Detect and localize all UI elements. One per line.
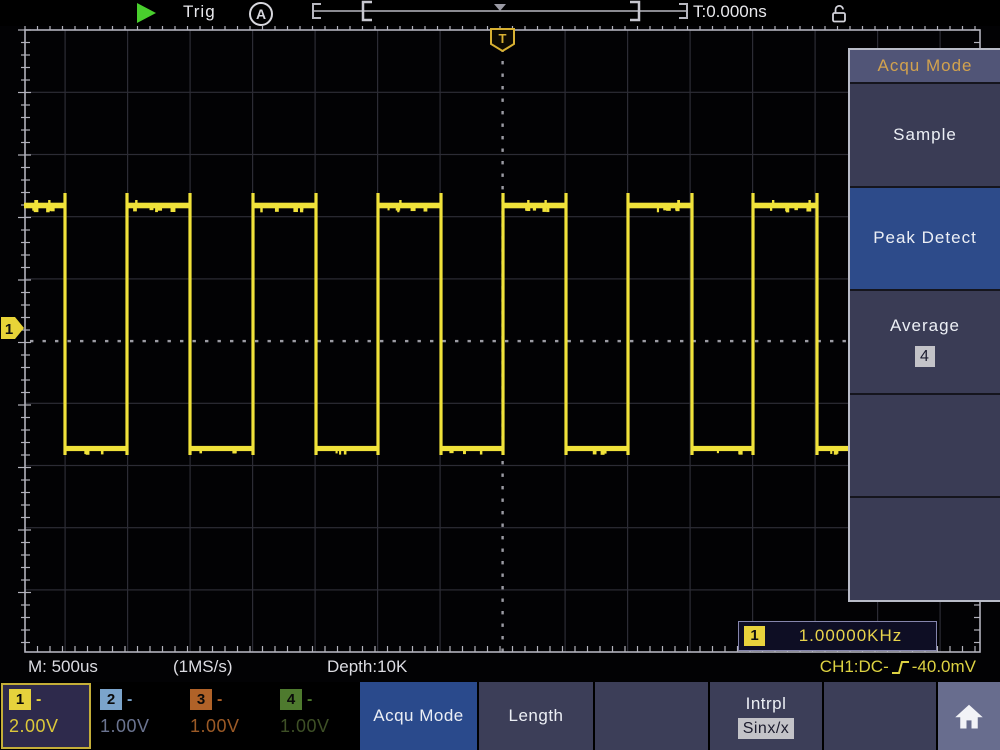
trigger-time-value: T:0.000ns [693,2,767,22]
coupling-indicator: - [127,691,132,709]
home-icon [954,702,984,730]
window-position-marker [494,4,506,11]
frequency-readout: 1 1.00000KHz [738,621,937,651]
record-depth-readout: Depth:10K [327,657,407,677]
bottom-status-row: M: 500us (1MS/s) Depth:10K CH1:DC- -40.0… [0,653,1000,680]
channel-number-badge: 3 [190,689,212,710]
channel-number-badge: 2 [100,689,122,710]
top-status-bar: Trig A T:0.000ns [0,0,1000,26]
timebase-window-indicator [310,0,690,22]
menu-item-label: Average [890,316,960,336]
intrpl-value-chip: Sinx/x [738,718,795,739]
menu-item-label: Sample [893,125,957,145]
menu-item-average[interactable]: Average 4 [850,289,1000,393]
softkey-blank[interactable] [595,682,708,750]
channel-1-badge: 1 [744,626,765,646]
menu-item-peak-detect[interactable]: Peak Detect [850,186,1000,290]
home-button[interactable] [938,682,1000,750]
oscilloscope-screen: T 1 Trig A T:0.000ns Acqu Mode Sample Pea… [0,0,1000,750]
trigger-info: CH1:DC- -40.0mV [820,657,976,677]
rising-edge-icon [891,658,910,676]
channel-1-box[interactable]: 1- 2.00V [1,683,91,749]
channel-scale: 1.00V [100,716,180,737]
trigger-source-label: CH1:DC- [820,657,889,677]
auto-trigger-icon: A [249,2,273,26]
channel-number-badge: 4 [280,689,302,710]
sample-rate-readout: (1MS/s) [173,657,233,677]
channel-scale: 1.00V [190,716,270,737]
frequency-value: 1.00000KHz [765,626,936,646]
softkey-blank[interactable] [824,682,936,750]
channel-4-box[interactable]: 4- 1.00V [272,683,362,749]
channel-scale: 1.00V [280,716,360,737]
coupling-indicator: - [217,691,222,709]
menu-item-label: Peak Detect [873,228,977,248]
menu-item-blank[interactable] [850,393,1000,497]
coupling-indicator: - [36,691,41,709]
side-menu-title: Acqu Mode [850,50,1000,82]
trig-label: Trig [183,2,216,22]
svg-text:1: 1 [5,321,13,338]
softkey-acqu-mode[interactable]: Acqu Mode [360,682,477,750]
side-menu: Acqu Mode Sample Peak Detect Average 4 [848,48,1000,602]
menu-item-blank[interactable] [850,496,1000,600]
unlock-icon [830,3,848,24]
softkey-intrpl[interactable]: Intrpl Sinx/x [710,682,822,750]
menu-item-average-count: 4 [915,346,935,367]
trigger-level-value: -40.0mV [912,657,976,677]
svg-text:T: T [499,31,507,46]
timebase-readout: M: 500us [28,657,98,677]
channel-scale: 2.00V [9,716,89,737]
menu-item-sample[interactable]: Sample [850,82,1000,186]
coupling-indicator: - [307,691,312,709]
channel-3-box[interactable]: 3- 1.00V [182,683,272,749]
run-play-icon [137,3,156,23]
softkey-length[interactable]: Length [479,682,593,750]
bottom-menu-bar: 1- 2.00V 2- 1.00V 3- 1.00V 4- 1.00V Acqu… [0,682,1000,750]
channel-2-box[interactable]: 2- 1.00V [92,683,182,749]
channel-number-badge: 1 [9,689,31,710]
